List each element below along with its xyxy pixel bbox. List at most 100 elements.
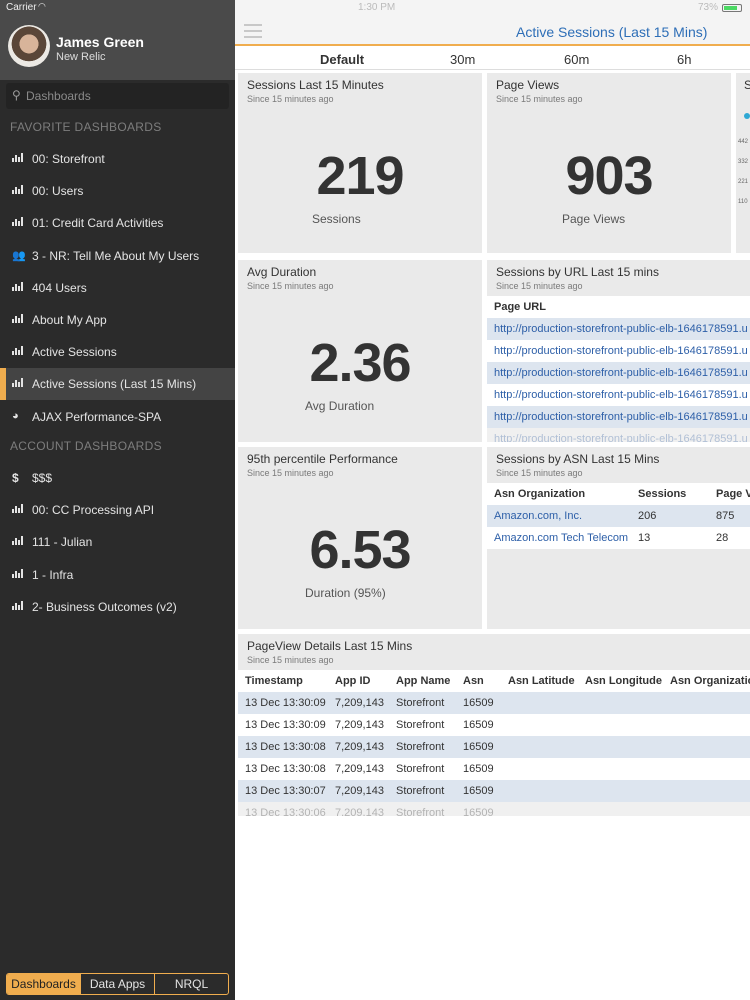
table-cell: 13 Dec 13:30:06 xyxy=(245,807,326,816)
bar-chart-icon xyxy=(12,216,24,228)
sidebar-item-label: 3 - NR: Tell Me About My Users xyxy=(32,248,200,263)
time-range-selector: Default 30m 60m 6h xyxy=(235,48,750,70)
battery-percentage: 73% xyxy=(698,2,719,13)
sidebar-item[interactable]: $ $$$ xyxy=(0,462,235,494)
sidebar-item[interactable]: 00: CC Processing API xyxy=(0,494,235,526)
bar-chart-icon xyxy=(12,600,24,612)
table-row[interactable]: 13 Dec 13:30:07 7,209,143 Storefront 16509 xyxy=(238,780,750,802)
tab-dashboards[interactable]: Dashboards xyxy=(7,974,81,994)
table-row[interactable]: 13 Dec 13:30:08 7,209,143 Storefront 16509 xyxy=(238,736,750,758)
sidebar-item[interactable]: 2- Business Outcomes (v2) xyxy=(0,591,235,623)
chart-tick: 332 xyxy=(738,159,749,165)
url-link[interactable]: http://production-storefront-public-elb-… xyxy=(494,323,748,335)
url-link[interactable]: http://production-storefront-public-elb-… xyxy=(494,433,748,442)
sidebar-item[interactable]: Active Sessions xyxy=(0,336,235,368)
sessions-by-asn-card: Sessions by ASN Last 15 Mins Since 15 mi… xyxy=(487,447,750,629)
avg-duration-value: 2.36 xyxy=(309,333,411,393)
partial-chart-card[interactable]: S 442 332 221 110 xyxy=(736,73,750,253)
table-row[interactable]: http://production-storefront-public-elb-… xyxy=(487,406,750,428)
table-row[interactable]: 13 Dec 13:30:09 7,209,143 Storefront 16509 xyxy=(238,692,750,714)
bar-chart-icon xyxy=(12,152,24,164)
sidebar-item-label: 01: Credit Card Activities xyxy=(32,216,164,231)
tab-nrql[interactable]: NRQL xyxy=(155,974,228,994)
pageviews-cell: 28 xyxy=(716,532,729,544)
avg-duration-card[interactable]: Avg Duration Since 15 minutes ago 2.36 A… xyxy=(238,260,482,442)
search-input[interactable] xyxy=(26,86,221,106)
asn-org-link[interactable]: Amazon.com Tech Telecom xyxy=(494,532,628,544)
sidebar-item[interactable]: 1 - Infra xyxy=(0,559,235,591)
range-default[interactable]: Default xyxy=(320,52,364,67)
sidebar-item-label: About My App xyxy=(32,313,107,327)
url-link[interactable]: http://production-storefront-public-elb-… xyxy=(494,411,748,423)
tab-data-apps[interactable]: Data Apps xyxy=(81,974,155,994)
table-cell: Storefront xyxy=(396,785,445,797)
bar-chart-icon xyxy=(12,313,24,325)
card-title: Avg Duration xyxy=(247,265,317,279)
range-6h[interactable]: 6h xyxy=(677,52,691,67)
table-row[interactable]: http://production-storefront-public-elb-… xyxy=(487,384,750,406)
table-cell: 13 Dec 13:30:09 xyxy=(245,719,326,731)
sidebar-item[interactable]: 111 - Julian xyxy=(0,526,235,558)
table-cell: 16509 xyxy=(463,763,494,775)
p95-value: 6.53 xyxy=(309,520,411,580)
sidebar-item-label: 00: CC Processing API xyxy=(32,503,155,518)
column-header: Asn Latitude xyxy=(508,675,575,687)
column-header: Asn Organization xyxy=(494,488,586,500)
pageviews-label: Page Views xyxy=(562,212,626,226)
user-name: James Green xyxy=(56,34,144,50)
avg-duration-label: Avg Duration xyxy=(305,399,375,413)
gauge-icon: ◕ xyxy=(12,409,19,422)
table-row[interactable]: Amazon.com, Inc. 206 875 xyxy=(487,505,750,527)
sidebar-item[interactable]: Active Sessions (Last 15 Mins) xyxy=(0,368,235,401)
table-cell: 7,209,143 xyxy=(335,763,384,775)
table-row[interactable]: http://production-storefront-public-elb-… xyxy=(487,362,750,384)
table-row[interactable]: Amazon.com Tech Telecom 13 28 xyxy=(487,527,750,549)
search-icon: ⚲ xyxy=(12,88,21,102)
table-cell: Storefront xyxy=(396,741,445,753)
sidebar-item[interactable]: 01: Credit Card Activities xyxy=(0,207,235,239)
sidebar-item[interactable]: 00: Storefront xyxy=(0,143,235,175)
table-header: Asn Organization Sessions Page V xyxy=(487,483,750,505)
table-row[interactable]: 13 Dec 13:30:08 7,209,143 Storefront 16509 xyxy=(238,758,750,780)
sidebar-item-label: $$$ xyxy=(32,471,53,485)
column-header: Asn Longitude xyxy=(585,675,662,687)
status-bar: Carrier ◠ 1:30 PM 73% xyxy=(0,0,750,16)
pageviews-card[interactable]: Page Views Since 15 minutes ago 903 Page… xyxy=(487,73,731,253)
sidebar-item[interactable]: 👥 3 - NR: Tell Me About My Users xyxy=(0,240,235,272)
sessions-value: 219 xyxy=(316,146,404,206)
table-row[interactable]: http://production-storefront-public-elb-… xyxy=(487,428,750,442)
sidebar-item[interactable]: ◕ AJAX Performance-SPA xyxy=(0,401,235,433)
table-row[interactable]: http://production-storefront-public-elb-… xyxy=(487,340,750,362)
url-link[interactable]: http://production-storefront-public-elb-… xyxy=(494,345,748,357)
url-link[interactable]: http://production-storefront-public-elb-… xyxy=(494,389,748,401)
range-60m[interactable]: 60m xyxy=(564,52,589,67)
table-cell: 16509 xyxy=(463,697,494,709)
clock: 1:30 PM xyxy=(358,2,396,13)
sidebar-item[interactable]: About My App xyxy=(0,304,235,336)
table-row[interactable]: 13 Dec 13:30:09 7,209,143 Storefront 16509 xyxy=(238,714,750,736)
table-row[interactable]: http://production-storefront-public-elb-… xyxy=(487,318,750,340)
card-subtitle: Since 15 minutes ago xyxy=(247,468,334,478)
table-cell: 7,209,143 xyxy=(335,807,384,816)
sidebar-item[interactable]: 00: Users xyxy=(0,175,235,207)
sidebar-item[interactable]: 404 Users xyxy=(0,272,235,304)
card-subtitle: Since 15 minutes ago xyxy=(247,655,334,665)
sidebar-item-label: 00: Users xyxy=(32,184,84,199)
table-header: Page URL xyxy=(487,296,750,318)
range-30m[interactable]: 30m xyxy=(450,52,475,67)
sidebar-item-label: 00: Storefront xyxy=(32,152,105,166)
table-header: Timestamp App ID App Name Asn Asn Latitu… xyxy=(238,670,750,692)
carrier-label: Carrier xyxy=(6,2,37,13)
asn-org-link[interactable]: Amazon.com, Inc. xyxy=(494,510,582,522)
column-header: Asn Organization xyxy=(670,675,750,687)
url-link[interactable]: http://production-storefront-public-elb-… xyxy=(494,367,748,379)
sidebar-item-label: AJAX Performance-SPA xyxy=(32,409,162,424)
sessions-card[interactable]: Sessions Last 15 Minutes Since 15 minute… xyxy=(238,73,482,253)
menu-icon[interactable] xyxy=(244,24,262,38)
card-title: 95th percentile Performance xyxy=(247,452,398,466)
column-header: Sessions xyxy=(638,488,687,500)
bar-chart-icon xyxy=(12,535,24,547)
avatar xyxy=(8,25,50,67)
table-row[interactable]: 13 Dec 13:30:06 7,209,143 Storefront 16509 xyxy=(238,802,750,816)
p95-card[interactable]: 95th percentile Performance Since 15 min… xyxy=(238,447,482,629)
